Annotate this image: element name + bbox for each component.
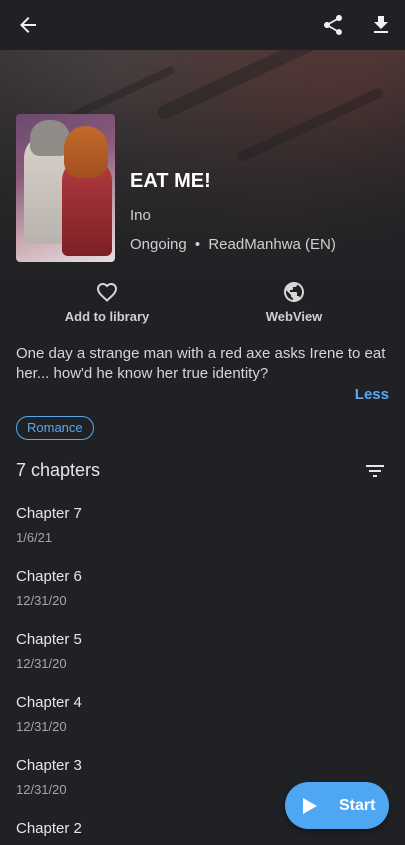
genre-tag-romance[interactable]: Romance [16,416,94,440]
manga-author[interactable]: Ino [130,207,336,224]
chapter-date: 1/6/21 [16,530,53,545]
chapter-row[interactable]: Chapter 6 12/31/20 [0,563,405,626]
share-button[interactable] [316,8,350,42]
manga-description: One day a strange man with a red axe ask… [16,345,386,382]
chapter-count: 7 chapters [16,460,101,480]
start-reading-button[interactable]: Start [285,782,389,829]
download-button[interactable] [364,8,398,42]
chapter-row[interactable]: Chapter 4 12/31/20 [0,689,405,752]
add-to-library-button[interactable]: Add to library [37,280,177,324]
chapter-date: 12/31/20 [16,593,67,608]
heart-outline-icon [96,282,118,302]
chapter-date: 12/31/20 [16,719,67,734]
chapter-name: Chapter 4 [16,694,82,711]
webview-button[interactable]: WebView [224,280,364,324]
back-button[interactable] [11,8,45,42]
chapter-name: Chapter 6 [16,568,82,585]
action-row: Add to library WebView [0,280,405,330]
manga-status-line: Ongoing • ReadManhwa (EN) [130,236,336,253]
play-icon [303,797,317,814]
globe-icon [284,282,304,302]
manga-info: EAT ME! Ino Ongoing • ReadManhwa (EN) [130,170,336,253]
status-separator: • [194,236,201,253]
chapter-name: Chapter 5 [16,631,82,648]
download-icon [374,16,388,33]
chapter-row[interactable]: Chapter 7 1/6/21 [0,500,405,563]
chapter-row[interactable]: Chapter 5 12/31/20 [0,626,405,689]
add-to-library-label: Add to library [64,309,150,324]
description-toggle-button[interactable]: Less [355,386,389,403]
webview-label: WebView [265,309,323,324]
chapter-name: Chapter 3 [16,757,82,774]
manga-title: EAT ME! [130,170,211,192]
filter-button[interactable] [363,459,387,483]
share-icon [324,15,342,35]
arrow-back-icon [20,17,36,33]
chapter-date: 12/31/20 [16,656,67,671]
top-app-bar [0,0,405,50]
start-label: Start [339,796,376,814]
manga-cover[interactable] [16,114,115,262]
manga-status: Ongoing [130,236,187,253]
chapter-name: Chapter 7 [16,505,82,522]
filter-icon [366,465,384,477]
manga-source: ReadManhwa (EN) [208,236,336,253]
